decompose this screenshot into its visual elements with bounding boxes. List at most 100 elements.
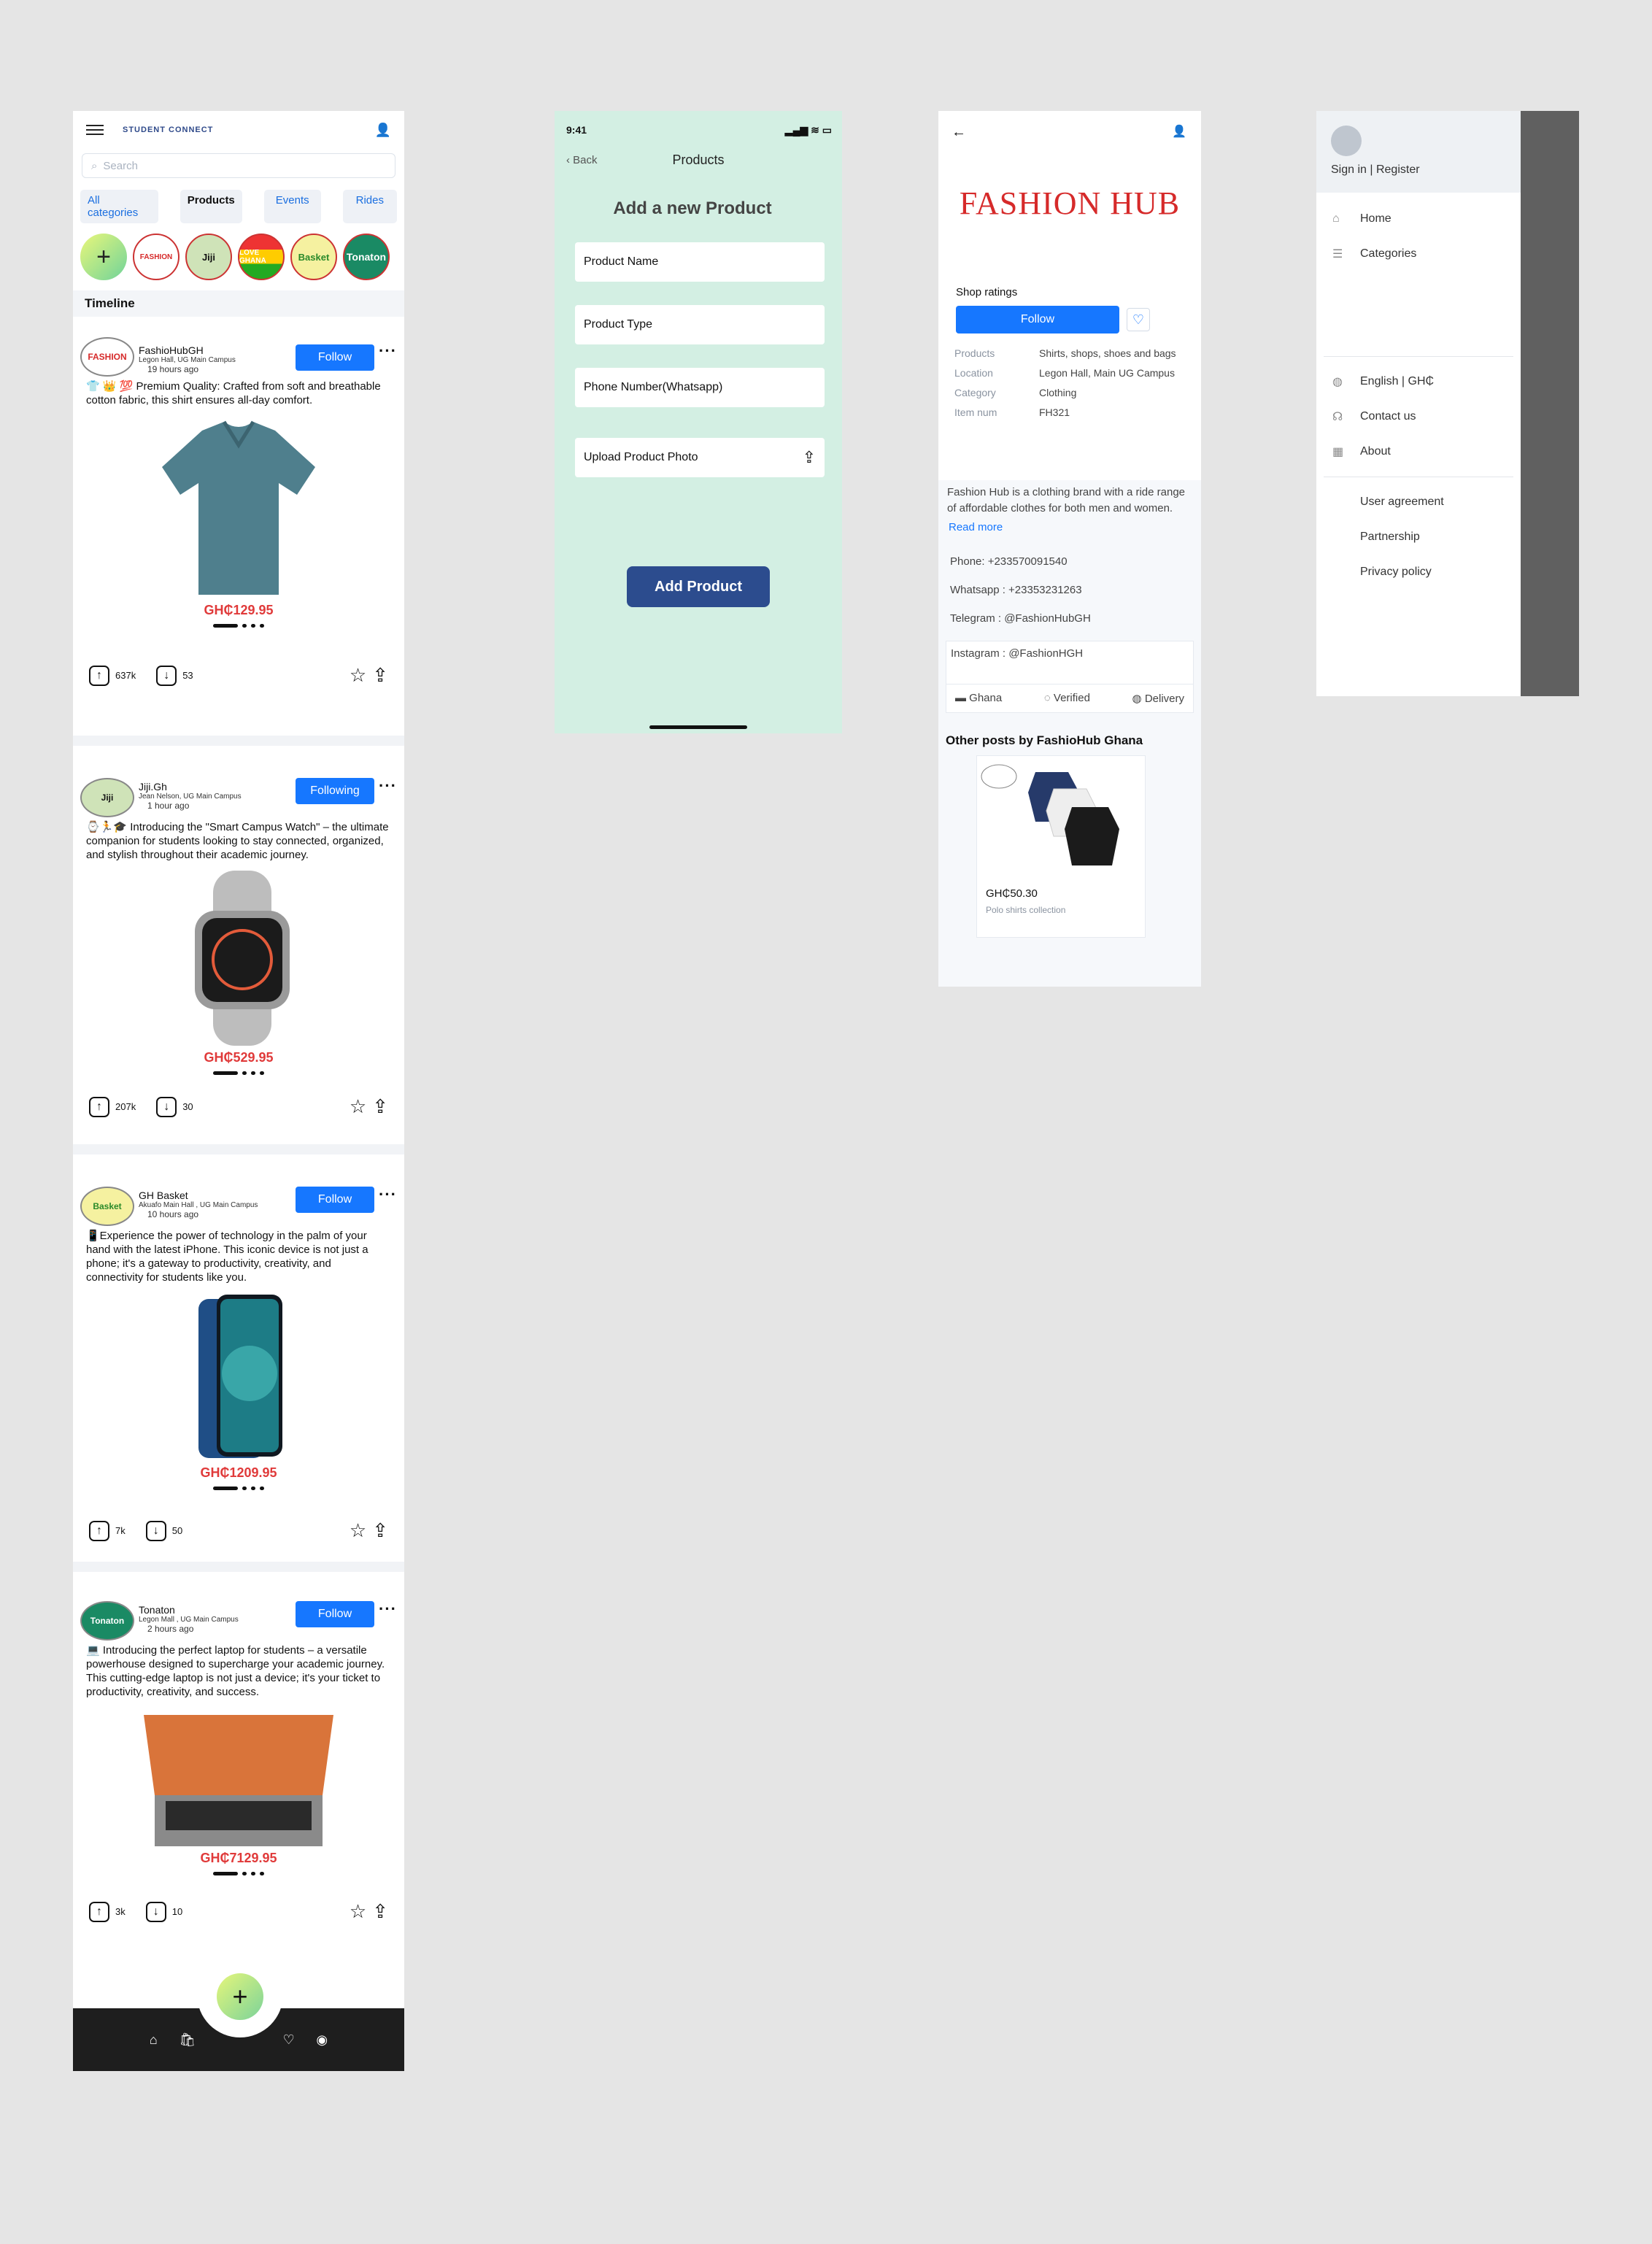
drawer-item-label: Privacy policy (1360, 566, 1432, 578)
following-button[interactable]: Following (296, 778, 375, 804)
upvote-icon[interactable]: ↑ (89, 1520, 109, 1541)
drawer-item-partnership[interactable]: Partnership (1316, 520, 1521, 555)
add-post-button[interactable]: + (217, 1973, 263, 2020)
story-basket[interactable]: Basket (290, 234, 337, 280)
star-icon[interactable]: ☆ (350, 1900, 366, 1923)
read-more-link[interactable]: Read more (938, 521, 1201, 533)
other-posts-heading: Other posts by FashioHub Ghana (946, 733, 1143, 747)
follow-button[interactable]: Follow (296, 1187, 375, 1213)
whatsapp-contact[interactable]: Whatsapp : +23353231263 (938, 584, 1201, 596)
share-icon[interactable]: ⇪ (372, 664, 388, 687)
home-icon[interactable]: ⌂ (150, 2032, 158, 2048)
follow-button[interactable]: Follow (296, 1601, 375, 1627)
favorite-heart-icon[interactable]: ♡ (1127, 308, 1150, 331)
instagram-contact[interactable]: Instagram : @FashionHGH (946, 641, 1193, 684)
search-input[interactable]: ⌕ Search (82, 153, 395, 178)
phone-number-field[interactable]: Phone Number(Whatsapp) (575, 368, 825, 407)
post-author[interactable]: Jiji.Gh (139, 781, 291, 793)
downvote-icon[interactable]: ↓ (156, 665, 177, 686)
sign-in-link[interactable]: Sign in | Register (1331, 163, 1521, 177)
drawer-item-contact[interactable]: ☊ Contact us (1316, 399, 1521, 434)
drawer-item-label: About (1360, 445, 1391, 458)
avatar[interactable]: Jiji (80, 778, 134, 817)
more-icon[interactable]: ··· (379, 776, 397, 795)
form-heading: Add a new Product (613, 198, 772, 218)
upvote-icon[interactable]: ↑ (89, 1096, 109, 1117)
post-price: GH₵129.95 (204, 603, 274, 617)
story-loveghana[interactable]: LOVE GHANA (238, 234, 285, 280)
upload-photo-field[interactable]: Upload Product Photo ⇪ (575, 438, 825, 477)
profile-icon[interactable]: 👤 (1172, 124, 1186, 141)
card-description: Polo shirts collection (986, 905, 1066, 915)
post-location: Akuafo Main Hall , UG Main Campus (139, 1201, 258, 1209)
more-icon[interactable]: ··· (379, 1600, 397, 1619)
downvote-icon[interactable]: ↓ (145, 1520, 166, 1541)
upvote-count: 7k (115, 1525, 126, 1536)
profile-icon[interactable]: ◉ (316, 2032, 328, 2048)
downvote-icon[interactable]: ↓ (145, 1901, 166, 1922)
story-jiji[interactable]: Jiji (185, 234, 232, 280)
drawer-item-user-agreement[interactable]: User agreement (1316, 485, 1521, 520)
story-tonaton[interactable]: Tonaton (343, 234, 390, 280)
back-arrow-icon[interactable]: ← (952, 124, 966, 141)
post-author[interactable]: Tonaton (139, 1604, 291, 1616)
product-name-field[interactable]: Product Name (575, 242, 825, 282)
tab-products[interactable]: Products (180, 190, 242, 223)
bag-icon[interactable]: 🛍 (179, 2032, 196, 2048)
post-author[interactable]: FashioHubGH (139, 344, 291, 356)
tab-all-categories[interactable]: All categories (80, 190, 158, 223)
post-author[interactable]: GH Basket (139, 1190, 291, 1201)
upvote-icon[interactable]: ↑ (89, 1901, 109, 1922)
menu-icon[interactable] (86, 125, 104, 135)
heart-icon[interactable]: ♡ (283, 2032, 295, 2048)
avatar[interactable]: Tonaton (80, 1601, 134, 1640)
drawer-item-categories[interactable]: ☰ Categories (1316, 236, 1521, 271)
star-icon[interactable]: ☆ (350, 1519, 366, 1542)
signal-icon: ▂▄▆ ≋ ▭ (784, 124, 832, 136)
star-icon[interactable]: ☆ (350, 664, 366, 687)
profile-icon[interactable]: 👤 (375, 123, 391, 138)
post-price: GH₵7129.95 (200, 1851, 277, 1865)
star-icon[interactable]: ☆ (350, 1095, 366, 1118)
add-product-button[interactable]: Add Product (627, 566, 770, 607)
field-label: Phone Number(Whatsapp) (584, 381, 723, 393)
drawer-item-label: Contact us (1360, 410, 1416, 423)
drawer-item-privacy[interactable]: Privacy policy (1316, 555, 1521, 590)
share-icon[interactable]: ⇪ (372, 1095, 388, 1118)
share-icon[interactable]: ⇪ (372, 1900, 388, 1923)
story-fashionhub[interactable]: FASHION (133, 234, 180, 280)
tab-rides[interactable]: Rides (342, 190, 397, 223)
avatar[interactable] (1331, 126, 1362, 156)
phone-contact[interactable]: Phone: +233570091540 (938, 555, 1201, 568)
drawer-item-home[interactable]: ⌂ Home (1316, 201, 1521, 236)
add-story-button[interactable]: + (80, 234, 127, 280)
downvote-icon[interactable]: ↓ (156, 1096, 177, 1117)
upvote-count: 637k (115, 670, 136, 681)
follow-button[interactable]: Follow (956, 306, 1119, 333)
telegram-contact[interactable]: Telegram : @FashionHubGH (938, 612, 1201, 625)
share-icon[interactable]: ⇪ (372, 1519, 388, 1542)
drawer-item-language[interactable]: ◍ English | GH₵ (1316, 364, 1521, 399)
upload-icon[interactable]: ⇪ (803, 448, 816, 467)
timeline-heading: Timeline (73, 290, 404, 317)
avatar[interactable]: FASHION (80, 337, 134, 377)
drawer-item-about[interactable]: ▦ About (1316, 434, 1521, 469)
more-icon[interactable]: ··· (379, 1185, 397, 1204)
post-time: 19 hours ago (147, 364, 199, 374)
follow-button[interactable]: Follow (296, 344, 375, 371)
search-icon: ⌕ (91, 159, 98, 172)
product-type-field[interactable]: Product Type (575, 305, 825, 344)
downvote-count: 53 (182, 670, 193, 681)
post-time: 1 hour ago (147, 801, 190, 811)
tab-events[interactable]: Events (263, 190, 321, 223)
avatar[interactable]: Basket (80, 1187, 134, 1226)
shop-brand-logo: FASHION HUB (959, 185, 1181, 221)
more-icon[interactable]: ··· (379, 342, 397, 360)
side-drawer-screen: Sign in | Register ⌂ Home ☰ Categories ◍ En… (1316, 111, 1579, 696)
downvote-count: 30 (182, 1101, 193, 1112)
post-price: GH₵529.95 (204, 1050, 274, 1065)
upvote-icon[interactable]: ↑ (89, 665, 109, 686)
category-tabs: All categories Products Events Rides (73, 178, 404, 223)
product-card[interactable]: GH₵50.30 Polo shirts collection (976, 755, 1146, 938)
status-time: 9:41 (566, 124, 587, 136)
